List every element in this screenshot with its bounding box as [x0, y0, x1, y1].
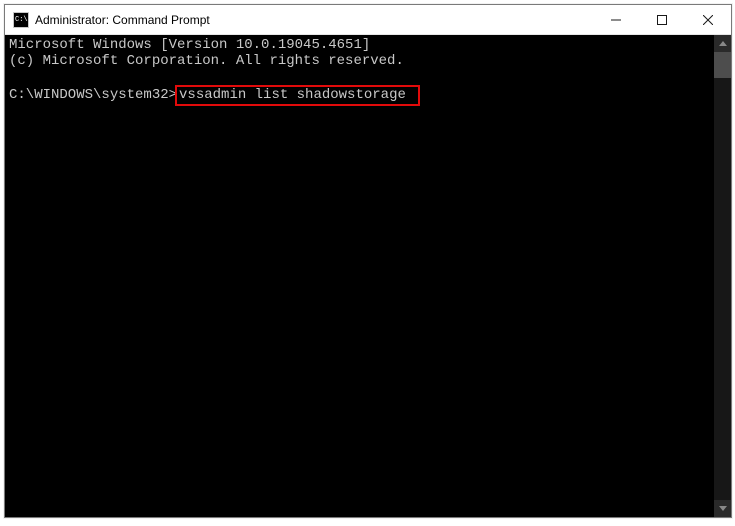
terminal[interactable]: Microsoft Windows [Version 10.0.19045.46… [5, 35, 714, 517]
window-controls [593, 5, 731, 34]
scroll-down-button[interactable] [714, 500, 731, 517]
scrollbar-track[interactable] [714, 52, 731, 500]
command-prompt-window: C:\ Administrator: Command Prompt Micros… [4, 4, 732, 518]
prompt-text: C:\WINDOWS\system32> [9, 87, 177, 103]
terminal-line: (c) Microsoft Corporation. All rights re… [9, 53, 404, 69]
close-button[interactable] [685, 5, 731, 34]
svg-text:C:\: C:\ [15, 16, 28, 24]
maximize-button[interactable] [639, 5, 685, 34]
minimize-button[interactable] [593, 5, 639, 34]
scroll-up-button[interactable] [714, 35, 731, 52]
scrollbar-thumb[interactable] [714, 52, 731, 78]
highlighted-command: vssadmin list shadowstorage [175, 85, 420, 106]
command-text: vssadmin list shadowstorage [179, 87, 406, 103]
vertical-scrollbar[interactable] [714, 35, 731, 517]
terminal-line: Microsoft Windows [Version 10.0.19045.46… [9, 37, 370, 53]
title-bar[interactable]: C:\ Administrator: Command Prompt [5, 5, 731, 35]
window-title: Administrator: Command Prompt [35, 13, 593, 27]
terminal-area: Microsoft Windows [Version 10.0.19045.46… [5, 35, 731, 517]
cmd-icon: C:\ [13, 12, 29, 28]
